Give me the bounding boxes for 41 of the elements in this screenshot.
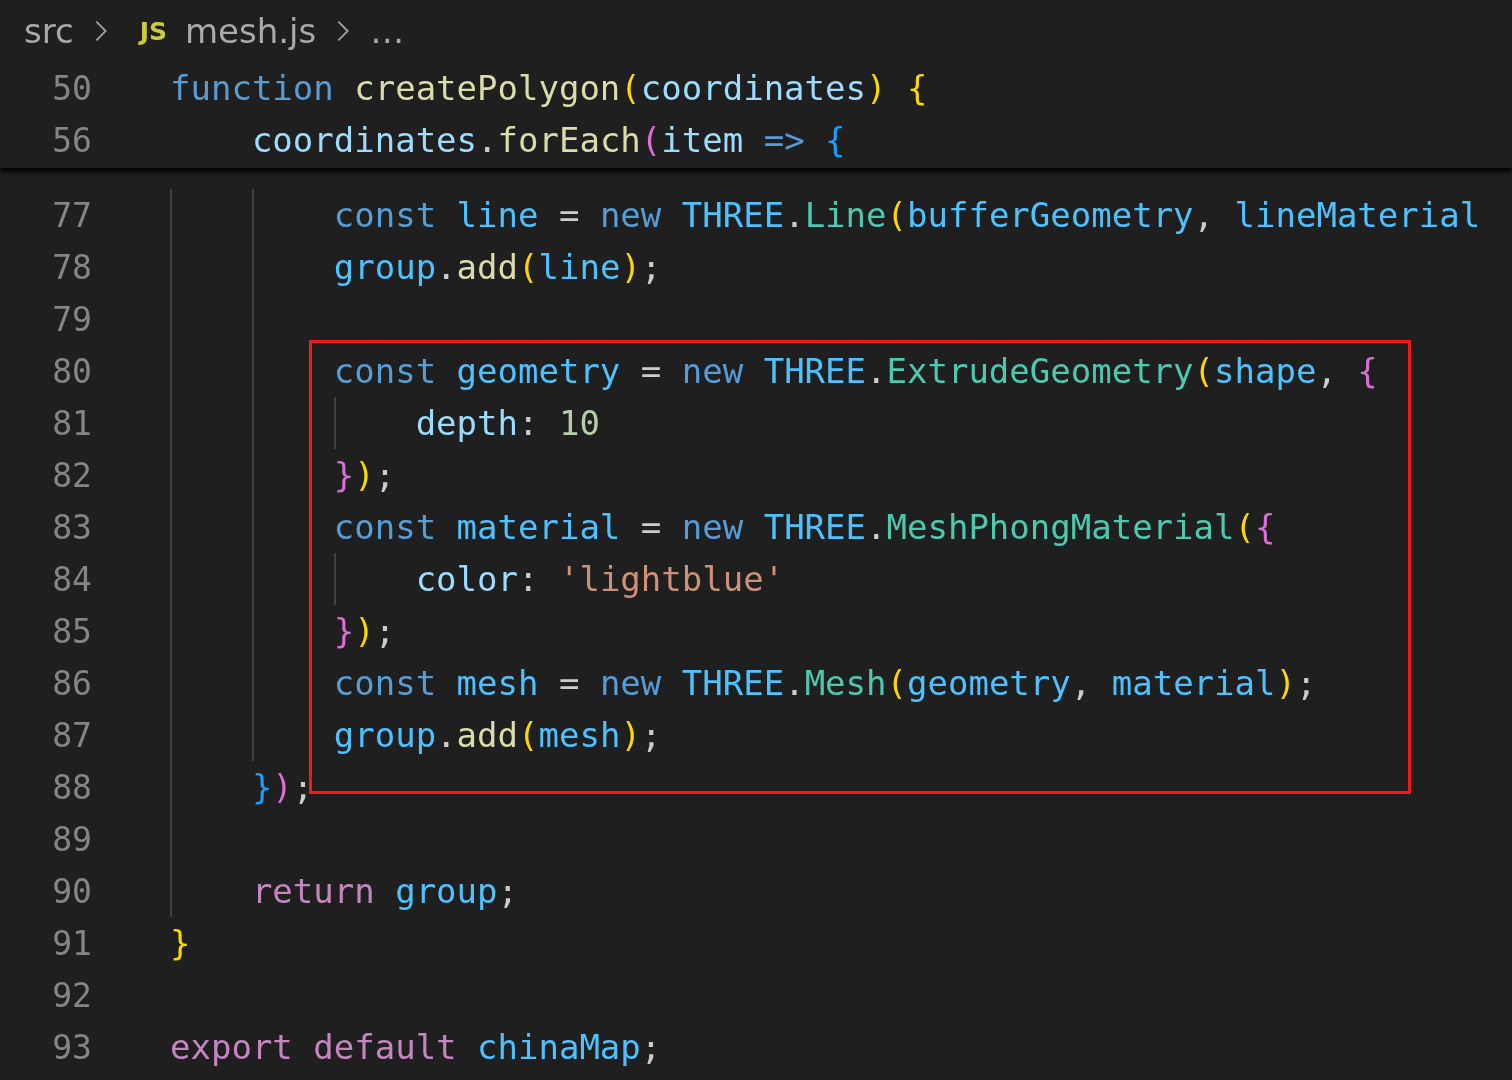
breadcrumb-folder[interactable]: src <box>24 11 74 51</box>
code-line[interactable]: const material = new THREE.MeshPhongMaterial({ <box>333 507 1276 547</box>
code-line[interactable]: coordinates.forEach(item => { <box>251 120 846 160</box>
line-number: 82 <box>51 455 92 495</box>
line-number: 92 <box>51 975 92 1015</box>
line-number: 91 <box>51 923 92 963</box>
line-number: 78 <box>51 247 92 287</box>
indent-guide <box>333 397 336 449</box>
code-line[interactable]: }); <box>251 767 314 807</box>
breadcrumb-more[interactable]: … <box>370 11 405 51</box>
line-number: 56 <box>51 120 92 160</box>
indent-guide <box>333 553 336 605</box>
line-number: 84 <box>51 559 92 599</box>
line-number: 93 <box>51 1027 92 1067</box>
code-line[interactable]: const geometry = new THREE.ExtrudeGeometry(shape, { <box>333 351 1378 391</box>
code-line[interactable]: const mesh = new THREE.Mesh(geometry, material); <box>333 663 1317 703</box>
line-number: 85 <box>51 611 92 651</box>
code-line[interactable]: depth: 10 <box>415 403 600 443</box>
line-number: 87 <box>51 715 92 755</box>
line-number: 50 <box>51 68 92 108</box>
line-number: 77 <box>51 195 92 235</box>
line-number: 88 <box>51 767 92 807</box>
code-line[interactable]: } <box>170 923 191 963</box>
line-number: 81 <box>51 403 92 443</box>
line-number: 86 <box>51 663 92 703</box>
code-line[interactable]: }); <box>333 455 396 495</box>
code-line[interactable]: color: 'lightblue' <box>415 559 785 599</box>
code-line[interactable]: return group; <box>251 871 518 911</box>
code-line[interactable]: function createPolygon(coordinates) { <box>170 68 928 108</box>
line-number: 89 <box>51 819 92 859</box>
code-line[interactable]: const line = new THREE.Line(bufferGeometry, lineMaterial <box>333 195 1481 235</box>
code-line[interactable]: group.add(mesh); <box>333 715 662 755</box>
line-number: 90 <box>51 871 92 911</box>
line-number: 80 <box>51 351 92 391</box>
line-number: 83 <box>51 507 92 547</box>
breadcrumb-file[interactable]: mesh.js <box>184 11 317 51</box>
line-number: 79 <box>51 299 92 339</box>
code-line[interactable]: }); <box>333 611 396 651</box>
code-line[interactable]: export default chinaMap; <box>170 1027 662 1067</box>
file-type-label: JS <box>139 16 167 46</box>
code-line[interactable]: group.add(line); <box>333 247 662 287</box>
